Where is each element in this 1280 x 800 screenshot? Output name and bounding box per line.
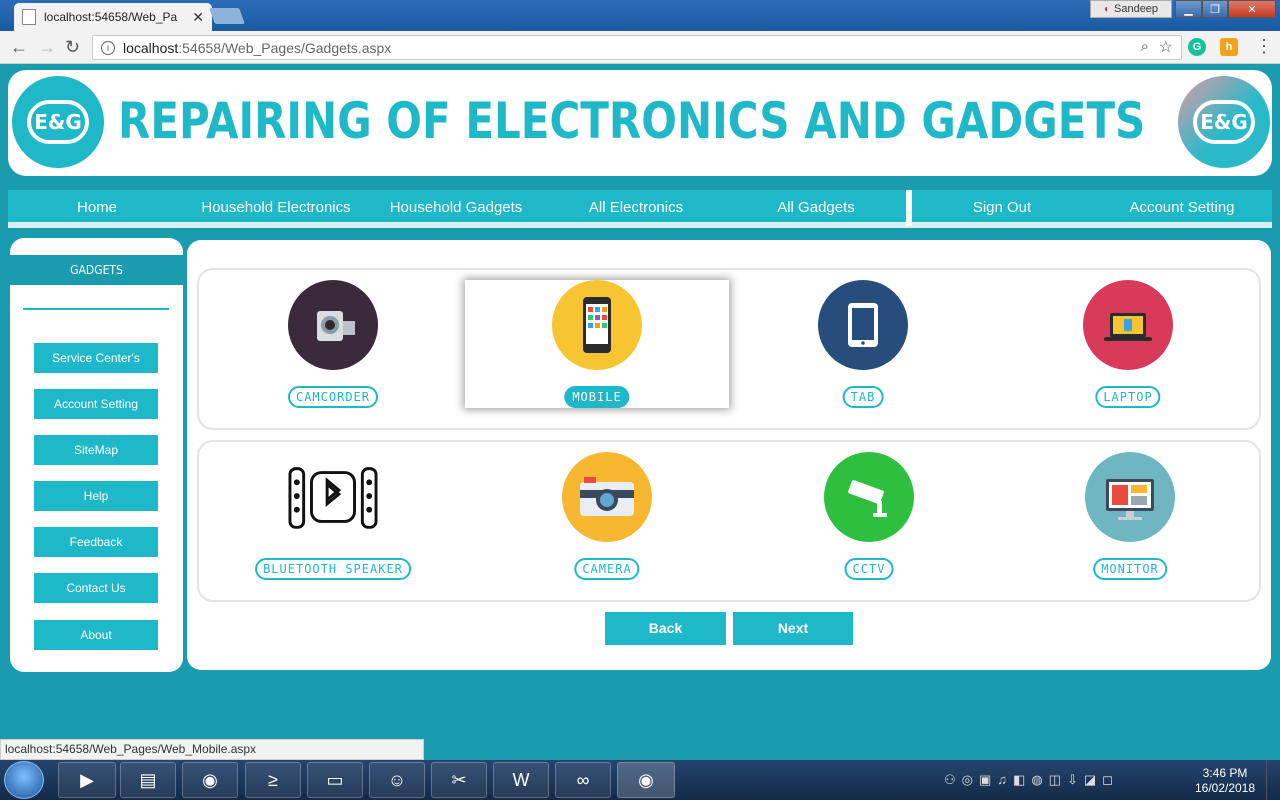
url-host: localhost (123, 39, 179, 56)
monitor-icon (1085, 452, 1175, 542)
gadget-label-bluetooth-speaker: BLUETOOTH SPEAKER (255, 558, 411, 580)
sidebar-item-service-centers[interactable]: Service Center's (34, 343, 158, 373)
sidebar-item-help[interactable]: Help (34, 481, 158, 511)
media-player-icon[interactable]: ▶ (58, 762, 116, 798)
nav-account-setting[interactable]: Account Setting (1092, 190, 1272, 222)
windows-taskbar: ▶ ▤ ◉ ≥ ▭ ☺ ✂ W ∞ ◉ ⚇◎▣♫◧◍◫⇩◪◻ 3:46 PM 1… (0, 760, 1280, 800)
reload-icon[interactable]: ↻ (65, 37, 80, 58)
profile-name: Sandeep (1114, 3, 1159, 15)
gadget-card-tab[interactable]: TAB (731, 280, 995, 408)
show-desktop-button[interactable] (1266, 760, 1280, 800)
browser-tab[interactable]: localhost:54658/Web_Pa ✕ (14, 3, 212, 31)
file-explorer-icon[interactable]: ▤ (120, 762, 176, 798)
honey-extension-icon[interactable]: h (1220, 38, 1238, 56)
gadget-label-camera: CAMERA (574, 558, 640, 580)
site-header: E&G REPAIRING OF ELECTRONICS AND GADGETS… (8, 70, 1272, 176)
nav-home[interactable]: Home (8, 190, 186, 222)
gadget-card-camcorder[interactable]: CAMCORDER (201, 280, 465, 408)
gadgets-row: BLUETOOTH SPEAKER CAMERA CCTV MONITOR (197, 440, 1261, 602)
logo-mark: E&G (27, 100, 89, 144)
status-bar-url: localhost:54658/Web_Pages/Web_Mobile.asp… (0, 739, 424, 760)
site-title: REPAIRING OF ELECTRONICS AND GADGETS (118, 92, 1146, 150)
zoom-icon[interactable]: ⌕ (1141, 38, 1149, 55)
gadget-label-laptop: LAPTOP (1095, 386, 1161, 408)
tablet-icon (818, 280, 908, 370)
clock-time: 3:46 PM (1202, 766, 1248, 780)
address-toolbar: ← → ↻ i localhost:54658/Web_Pages/Gadget… (0, 31, 1280, 64)
gadgets-panel: CAMCORDER MOBILE TAB LAPTOP BLUETOOTH SP… (187, 240, 1271, 670)
gadget-label-mobile: MOBILE (564, 386, 630, 408)
mobile-icon (552, 280, 642, 370)
profile-icon: ◐ (1103, 3, 1110, 15)
snipping-tool-icon[interactable]: ✂ (431, 762, 487, 798)
back-arrow-icon[interactable]: ← (10, 37, 28, 58)
gadget-card-mobile[interactable]: MOBILE (465, 280, 729, 408)
sidebar-item-sitemap[interactable]: SiteMap (34, 435, 158, 465)
uc-browser-icon[interactable]: ☺ (369, 762, 425, 798)
start-button[interactable] (4, 761, 44, 799)
clock-date: 16/02/2018 (1194, 781, 1256, 795)
tab-title: localhost:54658/Web_Pa (44, 10, 178, 24)
bluetooth-speaker-icon (288, 452, 378, 542)
gadget-card-camera[interactable]: CAMERA (475, 452, 739, 580)
profile-button[interactable]: ◐ Sandeep (1090, 0, 1172, 18)
minimize-button[interactable]: ▁ (1175, 0, 1202, 18)
sidebar-item-about[interactable]: About (34, 620, 158, 650)
camera-icon (562, 452, 652, 542)
gadgets-row: CAMCORDER MOBILE TAB LAPTOP (197, 268, 1261, 430)
gadget-card-bluetooth-speaker[interactable]: BLUETOOTH SPEAKER (201, 452, 465, 580)
gadget-label-cctv: CCTV (844, 558, 894, 580)
next-button[interactable]: Next (733, 612, 853, 645)
top-navigation: Home Household Electronics Household Gad… (8, 190, 1272, 228)
forward-arrow-icon[interactable]: → (38, 37, 56, 58)
back-button[interactable]: Back (605, 612, 726, 645)
grammarly-extension-icon[interactable]: G (1188, 38, 1206, 56)
maximize-button[interactable]: ❐ (1202, 0, 1228, 18)
gadget-label-monitor: MONITOR (1093, 558, 1167, 580)
camcorder-icon (288, 280, 378, 370)
bookmark-star-icon[interactable]: ☆ (1159, 37, 1173, 57)
chrome-taskbar-icon[interactable]: ◉ (182, 762, 238, 798)
site-logo-left[interactable]: E&G (12, 76, 104, 168)
sidebar-divider (23, 308, 169, 310)
word-icon[interactable]: W (493, 762, 549, 798)
page-favicon-icon (22, 9, 36, 25)
new-tab-button[interactable] (209, 8, 245, 24)
nav-household-electronics[interactable]: Household Electronics (186, 190, 366, 222)
close-window-button[interactable]: ✕ (1228, 0, 1276, 18)
gadget-label-tab: TAB (842, 386, 884, 408)
nav-all-electronics[interactable]: All Electronics (546, 190, 726, 222)
nav-household-gadgets[interactable]: Household Gadgets (366, 190, 546, 222)
site-logo-right[interactable]: E&G (1178, 76, 1270, 168)
logo-mark: E&G (1193, 100, 1255, 144)
powershell-icon[interactable]: ≥ (245, 762, 301, 798)
browser-menu-icon[interactable]: ⋮ (1255, 36, 1273, 57)
gadget-card-laptop[interactable]: LAPTOP (996, 280, 1260, 408)
sidebar-heading: GADGETS (10, 255, 183, 285)
site-info-icon[interactable]: i (101, 40, 115, 55)
url-path: :54658/Web_Pages/Gadgets.aspx (178, 39, 392, 56)
system-tray-icons[interactable]: ⚇◎▣♫◧◍◫⇩◪◻ (944, 772, 1119, 788)
taskbar-clock[interactable]: 3:46 PM 16/02/2018 (1192, 766, 1258, 796)
sidebar-item-contact-us[interactable]: Contact Us (34, 573, 158, 603)
tab-close-icon[interactable]: ✕ (192, 9, 204, 26)
laptop-icon (1083, 280, 1173, 370)
chrome-active-icon[interactable]: ◉ (617, 762, 675, 798)
nav-all-gadgets[interactable]: All Gadgets (726, 190, 906, 222)
sql-icon[interactable]: ▭ (307, 762, 363, 798)
sidebar-item-feedback[interactable]: Feedback (34, 527, 158, 557)
gadget-card-cctv[interactable]: CCTV (737, 452, 1001, 580)
sidebar: GADGETS Service Center's Account Setting… (10, 238, 183, 672)
visual-studio-icon[interactable]: ∞ (555, 762, 611, 798)
nav-sign-out[interactable]: Sign Out (912, 190, 1092, 222)
browser-titlebar: localhost:54658/Web_Pa ✕ ◐ Sandeep ▁ ❐ ✕ (0, 0, 1280, 31)
gadget-card-monitor[interactable]: MONITOR (998, 452, 1262, 580)
gadget-label-camcorder: CAMCORDER (287, 386, 379, 408)
sidebar-item-account-setting[interactable]: Account Setting (34, 389, 158, 419)
cctv-icon (824, 452, 914, 542)
url-input[interactable]: i localhost:54658/Web_Pages/Gadgets.aspx… (92, 35, 1182, 60)
